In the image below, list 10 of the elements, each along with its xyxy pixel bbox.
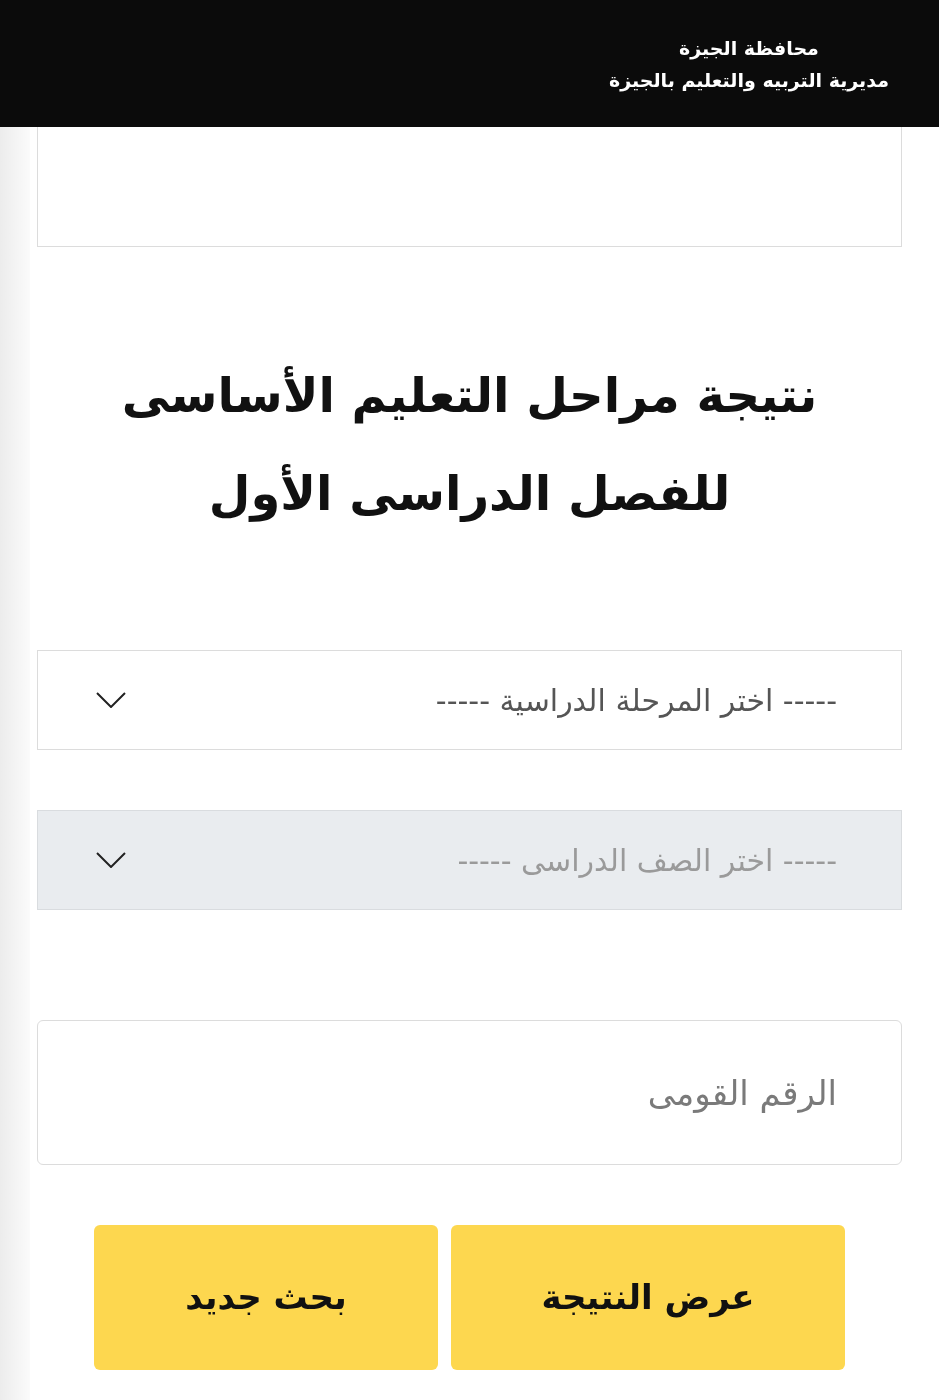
show-result-button[interactable]: عرض النتيجة [451, 1225, 845, 1370]
chevron-down-icon [96, 852, 126, 868]
header-title: محافظة الجيزة [679, 35, 819, 61]
stage-select[interactable]: ----- اختر المرحلة الدراسية ----- [37, 650, 902, 750]
page-title: للفصل الدراسى الأول [208, 463, 731, 524]
page-title: نتيجة مراحل التعليم الأساسى [121, 365, 818, 426]
national-id-field[interactable]: الرقم القومى [37, 1020, 902, 1165]
new-search-button[interactable]: بحث جديد [94, 1225, 438, 1370]
chevron-down-icon [96, 692, 126, 708]
header-title: مديرية التربيه والتعليم بالجيزة [608, 67, 889, 93]
